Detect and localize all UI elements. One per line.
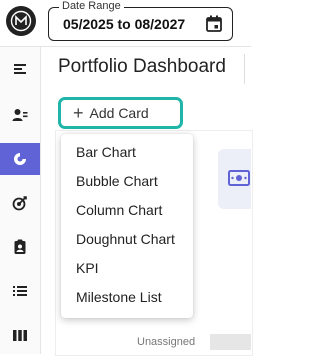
sidebar-item-goals[interactable] (0, 187, 40, 219)
date-range-legend: Date Range (59, 0, 124, 12)
unassigned-label: Unassigned (137, 336, 196, 348)
menu-item-doughnut-chart[interactable]: Doughnut Chart (61, 224, 193, 253)
sidebar (0, 47, 41, 354)
sidebar-item-dashboard[interactable] (0, 143, 40, 175)
menu-item-bubble-chart[interactable]: Bubble Chart (61, 166, 193, 195)
menu-item-column-chart[interactable]: Column Chart (61, 195, 193, 224)
logo-mark-icon (10, 10, 32, 32)
plus-icon: + (73, 103, 84, 123)
sidebar-item-users[interactable] (0, 99, 40, 131)
money-icon (228, 170, 250, 186)
app-logo[interactable] (6, 6, 36, 36)
clipboard-user-icon (14, 239, 26, 254)
sidebar-item-list[interactable] (0, 275, 40, 307)
unassigned-bar (210, 334, 251, 350)
target-icon (12, 196, 27, 211)
dashboard-gauge-icon (14, 153, 26, 165)
columns-icon (13, 330, 27, 341)
sidebar-item-assignments[interactable] (0, 231, 40, 263)
menu-item-kpi[interactable]: KPI (61, 253, 193, 282)
date-range-value: 05/2025 to 08/2027 (63, 16, 186, 32)
sidebar-item-columns[interactable] (0, 319, 40, 351)
add-card-label: Add Card (89, 105, 149, 121)
calendar-icon[interactable] (206, 15, 222, 32)
date-range-picker[interactable]: Date Range 05/2025 to 08/2027 (48, 0, 233, 41)
add-card-button[interactable]: + Add Card (58, 97, 183, 129)
add-card-menu: Bar Chart Bubble Chart Column Chart Doug… (61, 134, 193, 318)
list-icon (13, 286, 27, 296)
top-bar: Date Range 05/2025 to 08/2027 (0, 0, 251, 47)
menu-item-bar-chart[interactable]: Bar Chart (61, 137, 193, 166)
user-list-icon (12, 109, 28, 121)
menu-toggle-button[interactable] (0, 53, 40, 85)
menu-lines-icon (14, 64, 26, 74)
title-divider (244, 54, 245, 84)
menu-item-milestone-list[interactable]: Milestone List (61, 282, 193, 311)
page-title: Portfolio Dashboard (58, 56, 226, 77)
